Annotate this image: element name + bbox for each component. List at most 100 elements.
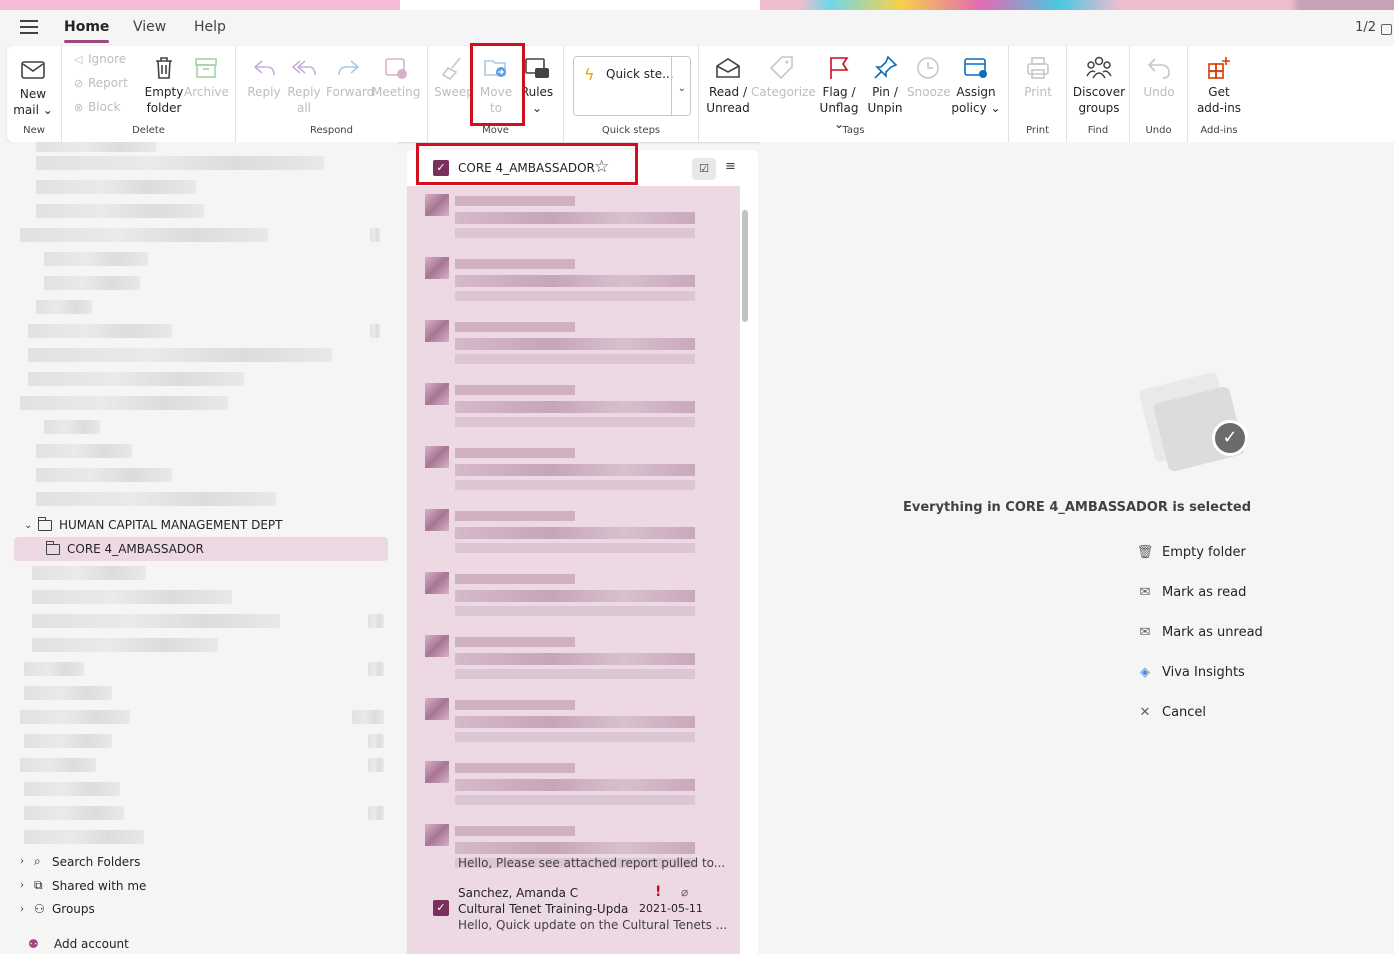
blurred-count (352, 710, 384, 724)
add-person-icon: ⚉ (28, 937, 39, 951)
ignore-button[interactable]: ◁ Ignore (74, 52, 126, 66)
add-account-link[interactable]: ⚉ Add account (28, 937, 129, 951)
group-print: Print Print (1009, 46, 1067, 142)
group-move: Sweep Move to Rules ⌄ Move (428, 46, 564, 142)
message-checkbox[interactable]: ✓ (433, 900, 449, 916)
new-mail-button[interactable]: New mail ⌄ (13, 56, 53, 118)
open-envelope-icon: ✉ (1139, 585, 1151, 600)
move-to-button[interactable]: Move to (476, 54, 516, 116)
pin-unpin-button[interactable]: Pin / Unpin (865, 54, 905, 116)
group-undo-label: Undo (1145, 125, 1172, 136)
mark-as-read-action[interactable]: ✉ Mark as read (1136, 585, 1247, 600)
group-new: New mail ⌄ New (7, 46, 62, 142)
folder-core-4-ambassador[interactable]: CORE 4_AMBASSADOR (46, 540, 204, 556)
blurred-folder (20, 758, 96, 772)
groups-item[interactable]: › ⚇ Groups (20, 902, 95, 916)
scrollbar-thumb[interactable] (742, 210, 748, 322)
viva-insights-icon: ◈ (1140, 665, 1150, 680)
selection-mode-icon[interactable]: ☑ (692, 158, 716, 180)
blurred-count (368, 734, 384, 748)
mark-as-unread-action[interactable]: ✉ Mark as unread (1136, 625, 1263, 640)
hamburger-menu-icon[interactable] (20, 20, 38, 34)
folder-icon (46, 540, 60, 555)
snooze-label: Snooze (907, 85, 951, 99)
meeting-button[interactable]: Meeting (372, 54, 420, 100)
folder-human-capital[interactable]: ⌄ HUMAN CAPITAL MANAGEMENT DEPT (24, 516, 283, 532)
select-all-checkbox[interactable]: ✓ (433, 160, 449, 176)
categorize-button[interactable]: Categorize (751, 54, 816, 100)
read-unread-button[interactable]: Read / Unread (705, 54, 751, 116)
assign-policy-button[interactable]: Assign policy ⌄ (951, 54, 1001, 116)
chevron-down-icon[interactable]: ⌄ (678, 83, 686, 94)
reply-button[interactable]: Reply (244, 54, 284, 100)
mark-as-unread-label: Mark as unread (1162, 625, 1263, 640)
chevron-right-icon[interactable]: › (20, 880, 34, 891)
blurred-message[interactable] (425, 635, 697, 687)
chevron-down-icon[interactable]: ⌄ (24, 520, 38, 531)
search-folders-item[interactable]: › ⌕ Search Folders (20, 854, 140, 869)
print-button[interactable]: Print (1018, 54, 1058, 100)
tab-help[interactable]: Help (194, 19, 226, 35)
tab-view[interactable]: View (133, 19, 166, 35)
blurred-message[interactable] (425, 257, 697, 309)
message-list: ✓ CORE 4_AMBASSADOR ☆ ☑ ≡ Hello, Please … (407, 150, 758, 954)
pin-label-2: Unpin (867, 101, 903, 115)
reply-all-icon (291, 60, 316, 76)
message-list-body: Hello, Please see attached report pulled… (407, 186, 740, 954)
blurred-folder (24, 806, 124, 820)
rules-button[interactable]: Rules ⌄ (518, 54, 556, 116)
cancel-action[interactable]: ✕ Cancel (1136, 705, 1207, 720)
archive-button[interactable]: Archive (184, 54, 229, 100)
filter-icon[interactable]: ≡ (725, 159, 736, 174)
blurred-message[interactable] (425, 446, 697, 498)
ribbon-pager[interactable]: 1/2 (1355, 20, 1376, 35)
group-delete: ◁ Ignore ⊘ Report ⊗ Block Empty folder Arch… (62, 46, 236, 142)
flag-label-1: Flag / (822, 85, 856, 99)
empty-folder-action[interactable]: 🗑 Empty folder (1136, 545, 1246, 560)
blurred-message[interactable] (425, 383, 697, 435)
top-banner (0, 0, 1394, 10)
folder-pane: ⌄ HUMAN CAPITAL MANAGEMENT DEPT CORE 4_A… (0, 142, 398, 954)
tab-home[interactable]: Home (64, 19, 110, 43)
blurred-message[interactable] (425, 761, 697, 813)
shared-with-me-item[interactable]: › ⧉ Shared with me (20, 878, 146, 893)
blurred-count (370, 324, 380, 338)
discover-groups-button[interactable]: Discover groups (1071, 54, 1127, 116)
sweep-button[interactable]: Sweep (434, 54, 474, 100)
shared-with-me-label: Shared with me (52, 878, 147, 893)
blurred-message[interactable] (425, 698, 697, 750)
quick-steps-dropdown[interactable]: ϟ Quick ste... ⌄ (573, 56, 691, 116)
ribbon: New mail ⌄ New ◁ Ignore ⊘ Report ⊗ Block Em… (7, 46, 1394, 142)
undo-button[interactable]: Undo (1140, 54, 1178, 100)
people-group-icon (1086, 56, 1112, 79)
get-addins-button[interactable]: Get add-ins (1196, 54, 1242, 116)
snooze-button[interactable]: Snooze (907, 54, 951, 100)
reading-pane: ✓ Everything in CORE 4_AMBASSADOR is sel… (760, 142, 1394, 954)
group-undo: Undo Undo (1130, 46, 1188, 142)
flag-unflag-button[interactable]: Flag / Unflag ⌄ (815, 54, 863, 132)
report-button[interactable]: ⊘ Report (74, 76, 128, 90)
group-respond: Reply Reply all Forward Meeting Respond (236, 46, 428, 142)
search-folders-label: Search Folders (52, 854, 141, 869)
blurred-message[interactable] (425, 320, 697, 372)
calendar-icon[interactable] (1381, 24, 1392, 35)
quick-steps-label: Quick ste... (606, 67, 674, 81)
blurred-message[interactable] (425, 572, 697, 624)
favorite-star-icon[interactable]: ☆ (594, 157, 609, 177)
chevron-right-icon[interactable]: › (20, 856, 34, 867)
message-preview-text: Hello, Please see attached report pulled… (458, 856, 726, 870)
blurred-message[interactable] (425, 194, 697, 246)
viva-insights-action[interactable]: ◈ Viva Insights (1136, 665, 1245, 680)
move-to-label-2: to (489, 101, 503, 115)
blurred-count (368, 614, 384, 628)
empty-folder-button[interactable]: Empty folder (144, 54, 184, 116)
reply-all-button[interactable]: Reply all (284, 54, 324, 116)
blurred-folder (32, 614, 280, 628)
blurred-message[interactable] (425, 509, 697, 561)
blurred-folder (44, 276, 140, 290)
forward-button[interactable]: Forward (326, 54, 374, 100)
empty-folder-label-1: Empty (144, 85, 184, 99)
block-button[interactable]: ⊗ Block (74, 100, 120, 114)
flag-icon (830, 57, 849, 79)
chevron-right-icon[interactable]: › (20, 904, 34, 915)
